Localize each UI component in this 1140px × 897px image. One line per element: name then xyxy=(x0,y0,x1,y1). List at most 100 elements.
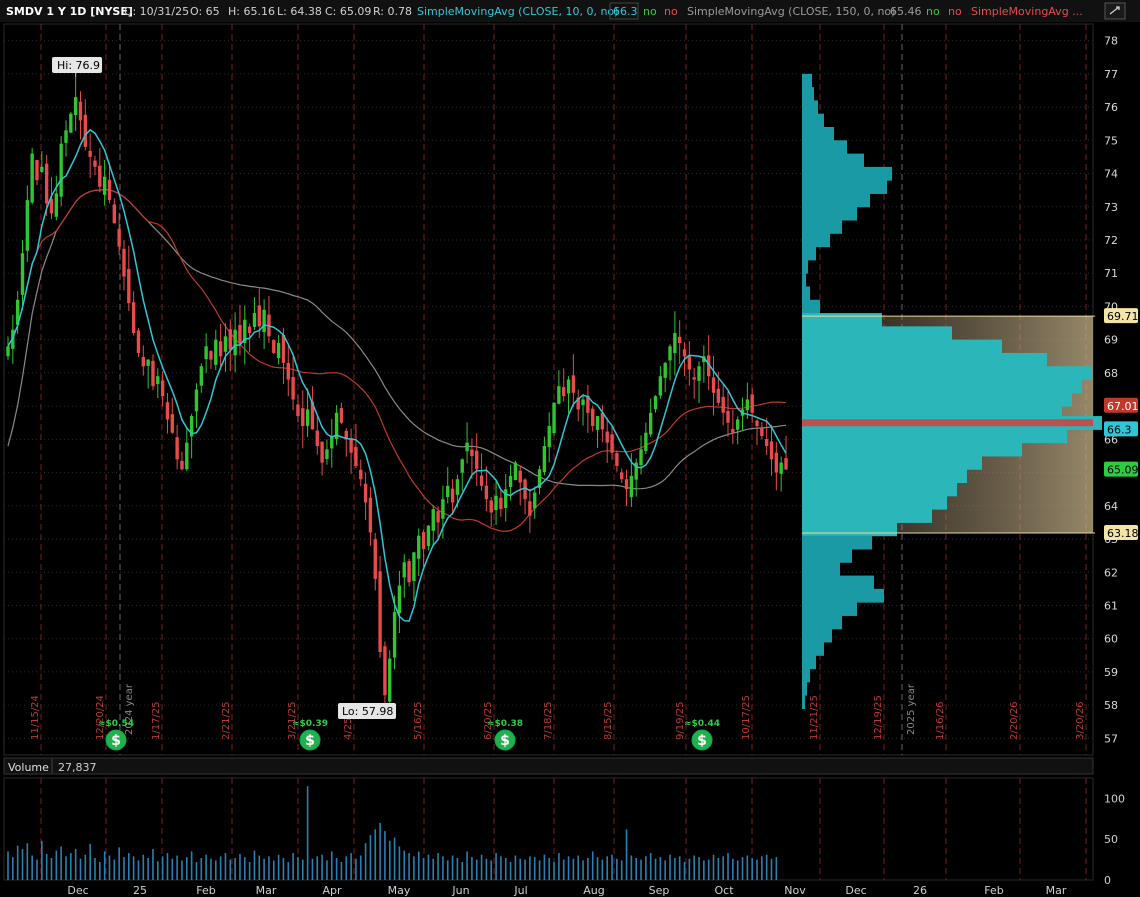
volume-bar xyxy=(461,862,464,880)
candle-body xyxy=(460,459,464,473)
flag-value: 67.01 xyxy=(1107,400,1139,413)
volume-bar xyxy=(538,860,541,880)
candle-body xyxy=(320,441,324,463)
volume-bar xyxy=(572,858,575,880)
volume-bar xyxy=(732,858,734,880)
profile-bar xyxy=(802,615,842,630)
volume-bar xyxy=(306,786,309,880)
profile-bar xyxy=(802,681,807,696)
period-date: 4/25 xyxy=(343,718,354,740)
volume-bar xyxy=(132,856,135,880)
volume-bar xyxy=(669,854,671,880)
volume-bar xyxy=(55,850,58,880)
candle-body xyxy=(726,411,730,423)
chart-canvas[interactable]: SMDV 1 Y 1D [NYSE] D: 10/31/25 O: 65 H: … xyxy=(0,0,1140,897)
candle-body xyxy=(228,329,232,350)
x-tick-label: 26 xyxy=(913,884,927,897)
period-date: 7/18/25 xyxy=(543,701,554,740)
period-date: 1/16/26 xyxy=(935,701,946,740)
x-tick-label: Jul xyxy=(513,884,527,897)
y-tick-label: 69 xyxy=(1104,334,1118,347)
profile-bar xyxy=(802,522,897,537)
volume-bar xyxy=(364,843,367,880)
sma150-value: 65.46 xyxy=(890,5,922,18)
settings-icon[interactable] xyxy=(1104,2,1126,20)
candle-body xyxy=(64,130,68,143)
volume-bar xyxy=(26,843,29,880)
sma150-label[interactable]: SimpleMovingAvg (CLOSE, 150, 0, no) xyxy=(687,5,895,18)
volume-bar xyxy=(258,855,261,880)
profile-bar xyxy=(802,339,1002,354)
y-tick-label: 73 xyxy=(1104,201,1118,214)
y-tick-label: 76 xyxy=(1104,101,1118,114)
volume-bar xyxy=(321,854,323,880)
symbol-label[interactable]: SMDV 1 Y 1D [NYSE] xyxy=(6,5,133,18)
volume-bar xyxy=(45,853,48,880)
candle-body xyxy=(339,407,344,423)
candle xyxy=(388,650,392,708)
volume-bar xyxy=(413,856,415,880)
candle-body xyxy=(223,336,228,352)
profile-bar xyxy=(802,273,806,287)
profile-bar xyxy=(802,455,982,470)
candle-body xyxy=(131,302,136,334)
candle-body xyxy=(755,420,759,427)
candle-body xyxy=(731,428,735,433)
profile-bar xyxy=(802,233,830,248)
candle-body xyxy=(784,458,788,470)
candle-body xyxy=(595,416,600,430)
volume-bar xyxy=(379,822,381,880)
volume-bar xyxy=(185,857,188,880)
candle-body xyxy=(392,612,397,658)
volume-bar xyxy=(674,857,676,880)
candle-body xyxy=(479,475,484,486)
sma10-no2: no xyxy=(664,5,678,18)
volume-bar xyxy=(456,857,459,880)
candle-body xyxy=(663,362,667,378)
profile-bar xyxy=(802,153,864,168)
volume-bar xyxy=(664,860,666,880)
candle-body xyxy=(711,377,716,393)
volume-bar xyxy=(152,848,154,880)
candle-body xyxy=(93,160,97,167)
candle-body xyxy=(83,114,88,147)
volume-bar xyxy=(161,856,164,880)
candle-body xyxy=(417,535,421,559)
candle-body xyxy=(88,150,92,157)
x-tick-label: Dec xyxy=(845,884,866,897)
candle-body xyxy=(649,412,653,435)
profile-bar xyxy=(802,392,1072,407)
candle-body xyxy=(209,351,213,360)
candle-body xyxy=(349,438,353,453)
volume-bar xyxy=(746,855,749,880)
volume-bar xyxy=(282,857,285,880)
volume-bar xyxy=(442,856,444,880)
volume-bar xyxy=(471,857,473,880)
poc-line xyxy=(802,419,1093,427)
candle-body xyxy=(291,376,295,400)
volume-bar xyxy=(475,859,478,880)
y-tick-label: 58 xyxy=(1104,699,1118,712)
volume-bar xyxy=(611,854,613,880)
candle-body xyxy=(465,442,469,452)
volume-bar xyxy=(50,857,53,880)
sma-red-label[interactable]: SimpleMovingAvg ... xyxy=(971,5,1083,18)
volume-bar xyxy=(717,857,720,880)
lo-annotation: Lo: 57.98 xyxy=(338,703,396,719)
candle-body xyxy=(373,539,377,579)
volume-bar xyxy=(388,840,391,880)
candle-body xyxy=(165,402,170,420)
candle xyxy=(69,111,73,134)
candle-body xyxy=(156,376,160,385)
candle-body xyxy=(141,357,145,367)
candle-body xyxy=(750,394,754,413)
profile-bar xyxy=(802,575,874,590)
volume-bar xyxy=(214,860,217,880)
candle-body xyxy=(571,375,576,393)
period-date: 12/20/24 xyxy=(95,695,106,740)
volume-bar xyxy=(41,840,43,880)
candle-body xyxy=(383,646,387,696)
candle-body xyxy=(716,388,721,403)
candle-body xyxy=(301,408,305,427)
sma10-label[interactable]: SimpleMovingAvg (CLOSE, 10, 0, no) xyxy=(417,5,618,18)
